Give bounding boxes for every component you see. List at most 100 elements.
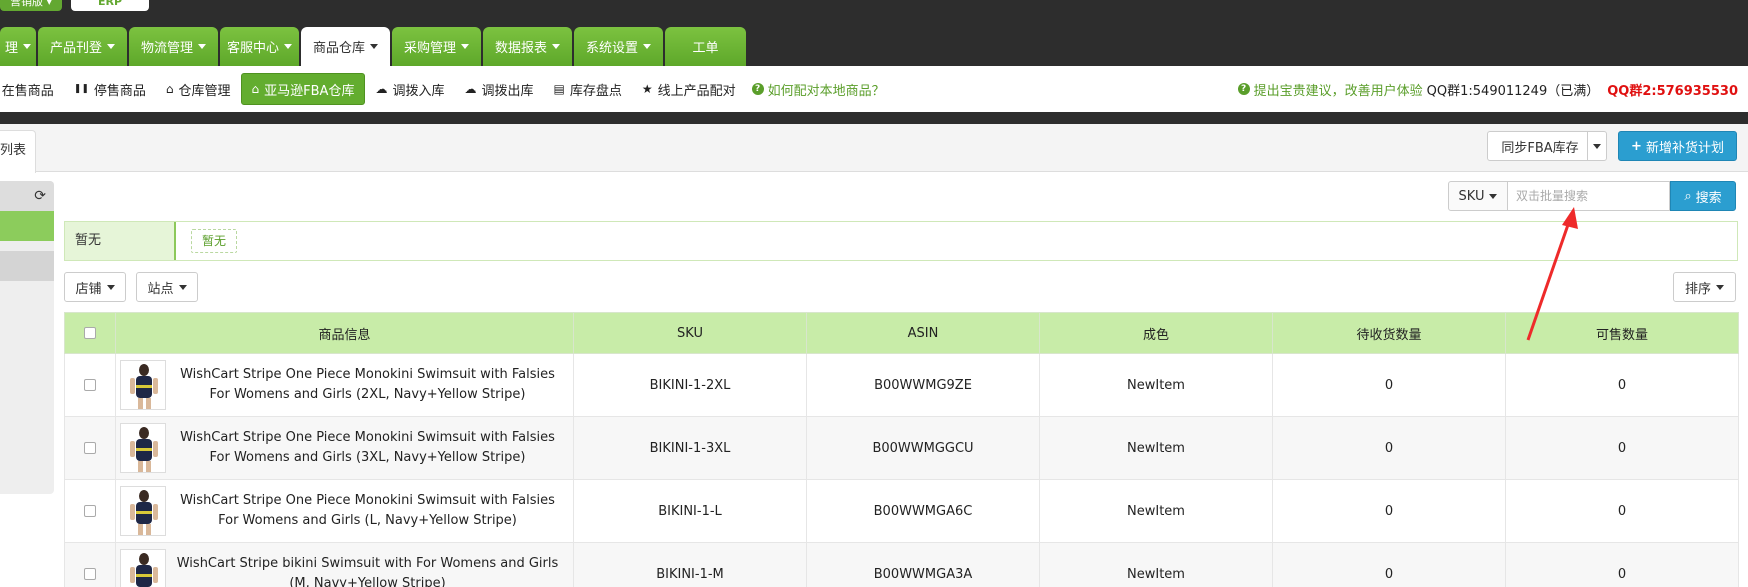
cloud-download-icon: ☁: [464, 82, 477, 96]
sidebar-header: ⟳: [0, 181, 54, 211]
table-row[interactable]: WishCart Stripe One Piece Monokini Swims…: [64, 479, 1739, 543]
asin-cell: B00WWMG9ZE: [806, 353, 1040, 417]
col-product-info: 商品信息: [115, 312, 574, 354]
product-thumbnail[interactable]: [120, 423, 166, 473]
plus-icon: +: [1631, 138, 1642, 154]
search-icon: ⌕: [1684, 188, 1692, 204]
new-replenish-plan-button[interactable]: + 新增补货计划: [1618, 131, 1737, 161]
available-qty-cell: 0: [1505, 479, 1739, 543]
available-qty-cell: 0: [1505, 353, 1739, 417]
edition-badge[interactable]: 营销版 ▾: [0, 0, 62, 11]
row-checkbox[interactable]: [84, 505, 96, 517]
col-sku: SKU: [573, 312, 807, 354]
tab-settings[interactable]: 系统设置: [574, 27, 663, 66]
chevron-down-icon: [178, 284, 187, 290]
asin-cell: B00WWMGGCU: [806, 416, 1040, 480]
search-group: SKU ⌕搜索: [1448, 181, 1736, 211]
home-icon: ⌂: [165, 82, 174, 96]
chevron-down-icon: [461, 44, 469, 49]
tab-reports[interactable]: 数据报表: [483, 27, 572, 66]
table-row[interactable]: WishCart Stripe One Piece Monokini Swims…: [64, 416, 1739, 480]
tab-warehouse[interactable]: 商品仓库: [301, 27, 390, 66]
chevron-down-icon: [198, 44, 206, 49]
chevron-down-icon: [552, 44, 560, 49]
sku-cell: BIKINI-1-M: [573, 542, 807, 587]
tab-tickets[interactable]: 工单: [665, 27, 746, 66]
chevron-down-icon: [107, 44, 115, 49]
row-select-cell: [64, 416, 116, 480]
filter-tag[interactable]: 暂无: [191, 229, 238, 253]
chevron-down-icon: [106, 284, 115, 290]
search-field-select[interactable]: SKU: [1448, 181, 1508, 211]
fba-inventory-table: 商品信息 SKU ASIN 成色 待收货数量 可售数量 WishCart Str…: [64, 312, 1739, 587]
tab-customer-service[interactable]: 客服中心: [220, 27, 299, 66]
sub-item-on-sale[interactable]: ☰在售商品: [0, 73, 64, 105]
pairing-help-link[interactable]: ? 如何配对本地商品？: [751, 80, 885, 99]
filter-bar: 暂无 暂无: [64, 221, 1738, 261]
available-qty-cell: 0: [1505, 542, 1739, 587]
product-cell: WishCart Stripe One Piece Monokini Swims…: [115, 353, 574, 417]
erp-badge[interactable]: ERP: [71, 0, 149, 11]
tab-list[interactable]: 列表: [0, 130, 36, 173]
store-filter-dropdown[interactable]: 店铺: [64, 272, 126, 302]
pending-qty-cell: 0: [1272, 416, 1506, 480]
tab-logistics[interactable]: 物流管理: [129, 27, 218, 66]
sidebar-item-active[interactable]: [0, 211, 54, 241]
condition-cell: NewItem: [1039, 416, 1273, 480]
sync-fba-button[interactable]: 同步FBA库存: [1487, 131, 1593, 161]
product-cell: WishCart Stripe bikini Swimsuit with For…: [115, 542, 574, 587]
row-checkbox[interactable]: [84, 442, 96, 454]
row-checkbox[interactable]: [84, 568, 96, 580]
chevron-down-icon: [284, 44, 292, 49]
table-row[interactable]: WishCart Stripe One Piece Monokini Swims…: [64, 353, 1739, 417]
sub-item-warehouse-mgmt[interactable]: ⌂ 仓库管理: [156, 73, 241, 105]
product-thumbnail[interactable]: [120, 360, 166, 410]
product-name[interactable]: WishCart Stripe One Piece Monokini Swims…: [166, 491, 569, 531]
table-header-row: 商品信息 SKU ASIN 成色 待收货数量 可售数量: [64, 312, 1739, 354]
table-row[interactable]: WishCart Stripe bikini Swimsuit with For…: [64, 542, 1739, 587]
sku-cell: BIKINI-1-L: [573, 479, 807, 543]
sub-nav: ☰在售商品 ❚❚停售商品 ⌂仓库管理 ⌂亚马逊FBA仓库 ☁调拨入库 ☁调拨出库…: [0, 66, 1748, 112]
search-input[interactable]: [1508, 181, 1670, 211]
col-pending-qty: 待收货数量: [1272, 312, 1506, 354]
product-cell: WishCart Stripe One Piece Monokini Swims…: [115, 479, 574, 543]
sub-item-amazon-fba[interactable]: ⌂ 亚马逊FBA仓库: [240, 73, 366, 105]
site-filter-dropdown[interactable]: 站点: [136, 272, 198, 302]
chevron-down-icon: [1716, 284, 1724, 290]
chevron-down-icon: [643, 44, 651, 49]
sort-dropdown[interactable]: 排序: [1673, 272, 1736, 302]
col-asin: ASIN: [806, 312, 1040, 354]
product-name[interactable]: WishCart Stripe One Piece Monokini Swims…: [166, 428, 569, 468]
sub-item-transfer-out[interactable]: ☁ 调拨出库: [454, 73, 543, 105]
product-thumbnail[interactable]: [120, 486, 166, 536]
product-name[interactable]: WishCart Stripe bikini Swimsuit with For…: [166, 554, 569, 587]
sub-item-stock-count[interactable]: ▤ 库存盘点: [543, 73, 631, 105]
contact-info: ? 提出宝贵建议，改善用户体验 QQ群1:549011249（已满） QQ群2:5…: [1237, 66, 1738, 112]
sub-item-online-pairing[interactable]: ★ 线上产品配对: [632, 73, 746, 105]
sub-item-transfer-in[interactable]: ☁ 调拨入库: [365, 73, 454, 105]
question-icon: ?: [1237, 83, 1250, 95]
tab-purchasing[interactable]: 采购管理: [392, 27, 481, 66]
row-checkbox[interactable]: [84, 379, 96, 391]
search-button[interactable]: ⌕ 搜索: [1670, 181, 1736, 211]
asin-cell: B00WWMGA6C: [806, 479, 1040, 543]
filter-label: 暂无: [65, 222, 176, 260]
product-thumbnail[interactable]: [120, 549, 166, 587]
suggest-link[interactable]: ? 提出宝贵建议，改善用户体验: [1237, 80, 1423, 99]
sub-item-discontinued[interactable]: ❚❚ 停售商品: [64, 73, 156, 105]
row-select-cell: [64, 479, 116, 543]
star-icon: ★: [641, 82, 653, 96]
product-cell: WishCart Stripe One Piece Monokini Swims…: [115, 416, 574, 480]
pending-qty-cell: 0: [1272, 542, 1506, 587]
row-select-cell: [64, 542, 116, 587]
sync-dropdown-button[interactable]: [1587, 131, 1607, 161]
refresh-icon[interactable]: ⟳: [34, 188, 46, 204]
condition-cell: NewItem: [1039, 542, 1273, 587]
tab-management[interactable]: 理: [0, 27, 36, 66]
sidebar-item[interactable]: [0, 251, 54, 281]
product-name[interactable]: WishCart Stripe One Piece Monokini Swims…: [166, 365, 569, 405]
pending-qty-cell: 0: [1272, 353, 1506, 417]
tab-product-listing[interactable]: 产品刊登: [38, 27, 127, 66]
select-all-checkbox[interactable]: [84, 327, 96, 339]
qq-group-1: QQ群1:549011249（已满）: [1426, 83, 1600, 99]
